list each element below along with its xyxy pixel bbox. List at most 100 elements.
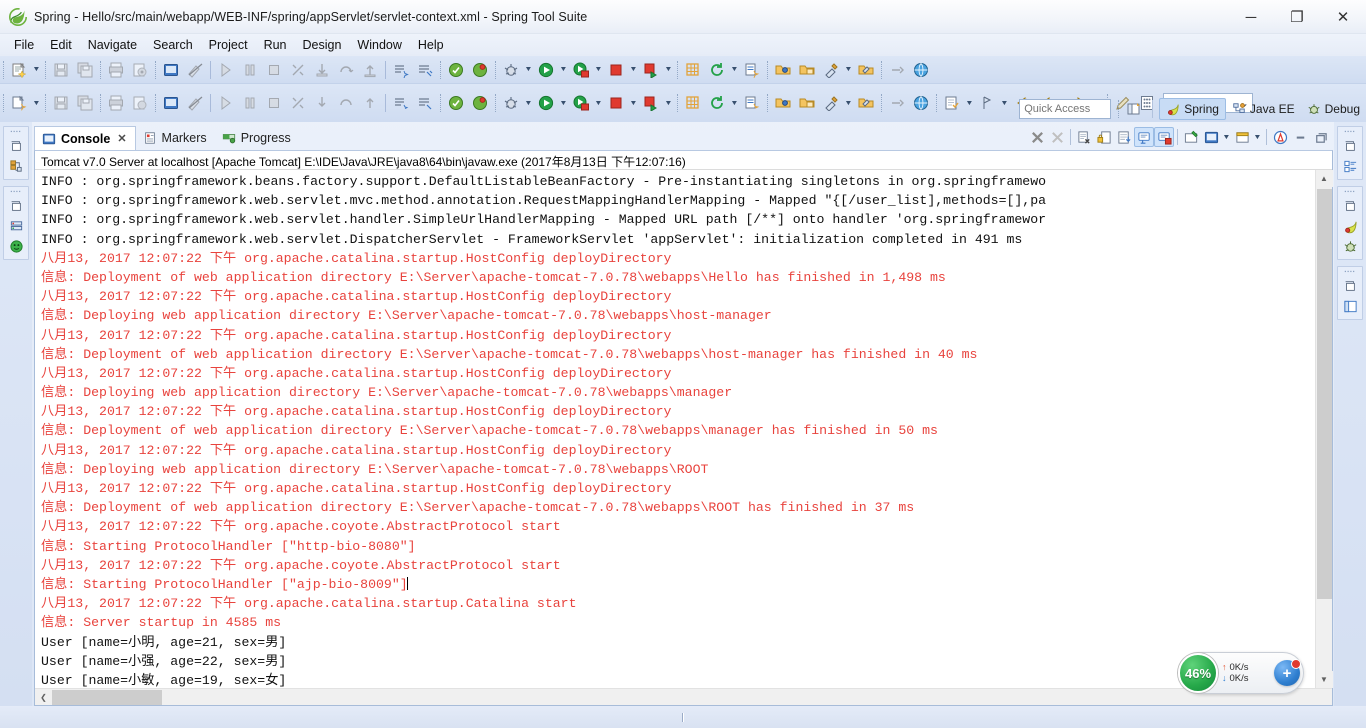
perspective-debug[interactable]: Debug [1301,98,1366,120]
rail-grip-5[interactable]: ▪▪▪▪ [1344,269,1355,276]
quick-fix-dropdown-icon[interactable] [843,92,854,114]
spring-boot-icon[interactable] [469,59,491,81]
stop-server-icon[interactable] [605,59,627,81]
rail-grip-4[interactable]: ▪▪▪▪ [1344,189,1355,196]
new-xml-doc-icon[interactable] [741,92,763,114]
run-launch-icon[interactable] [535,59,557,81]
console-vertical-scrollbar[interactable]: ▲ ▼ [1315,170,1333,688]
close-button[interactable]: ✕ [1320,0,1366,34]
outline-view-icon[interactable] [1340,156,1360,176]
resume-debug-icon[interactable] [215,92,237,114]
step-over-icon[interactable] [335,59,357,81]
grid-table-icon[interactable] [682,92,704,114]
console-view-icon[interactable] [160,92,182,114]
menu-run[interactable]: Run [256,36,295,54]
next-annotation-icon[interactable] [976,92,998,114]
menu-help[interactable]: Help [410,36,452,54]
quick-fix-icon[interactable] [820,92,842,114]
open-task-icon[interactable] [855,59,877,81]
open-resource-folder-icon[interactable] [796,92,818,114]
display-selected-console-icon[interactable] [1154,127,1174,147]
run-on-server-dropdown-icon[interactable] [593,59,604,81]
layout-view-icon[interactable] [1340,296,1360,316]
hscroll-track[interactable] [52,689,1332,706]
save-file-icon[interactable] [50,92,72,114]
minimize-button[interactable]: ─ [1228,0,1274,34]
run-server-dropdown-icon[interactable] [593,92,604,114]
new-annotation-icon[interactable] [414,59,436,81]
resume-icon[interactable] [215,59,237,81]
tab-console[interactable]: Console ✕ [34,126,136,150]
open-resource-icon[interactable] [796,59,818,81]
suspend-icon[interactable] [239,59,261,81]
toggle-mark-occurrences-icon[interactable] [184,59,206,81]
debug-bug-icon[interactable] [500,92,522,114]
menu-project[interactable]: Project [201,36,256,54]
next-annotation-dropdown-icon[interactable] [999,92,1010,114]
print-document-icon[interactable] [105,92,127,114]
scroll-up-icon[interactable]: ▲ [1315,170,1333,187]
console-horizontal-scrollbar[interactable]: ❮ [35,688,1332,705]
terminate-debug-icon[interactable] [263,92,285,114]
annotation-nav-icon[interactable] [941,92,963,114]
perspective-spring[interactable]: Spring [1159,98,1226,120]
vscroll-thumb[interactable] [1316,189,1332,599]
step-return-2-icon[interactable] [359,92,381,114]
print-icon[interactable] [105,59,127,81]
new-file-icon[interactable] [8,92,30,114]
spring-dashboard-icon[interactable] [445,59,467,81]
restore-view-icon[interactable] [6,136,26,156]
spring-ok-icon[interactable] [445,92,467,114]
run-green-icon[interactable] [535,92,557,114]
new-interface-icon[interactable] [414,92,436,114]
stop-dropdown-icon[interactable] [628,59,639,81]
refresh-green-icon[interactable] [706,92,728,114]
previous-annotation-icon[interactable] [886,59,908,81]
console-window-icon[interactable] [1232,127,1252,147]
debug-dropdown-icon[interactable] [523,59,534,81]
clear-console-icon[interactable] [1074,127,1094,147]
scroll-left-icon[interactable]: ❮ [35,689,52,706]
run-dropdown-icon[interactable] [558,59,569,81]
search-prev-icon[interactable] [886,92,908,114]
maximize-button[interactable]: ❐ [1274,0,1320,34]
skip-breakpoints-icon[interactable] [184,92,206,114]
new-console-dropdown-icon[interactable] [1221,126,1232,148]
menu-file[interactable]: File [6,36,42,54]
new-console-view-icon[interactable] [1201,127,1221,147]
menu-design[interactable]: Design [295,36,350,54]
step-over-2-icon[interactable] [335,92,357,114]
rail-grip-2[interactable]: ▪▪▪▪ [10,189,21,196]
save-icon[interactable] [50,59,72,81]
publish-icon[interactable] [640,92,662,114]
step-return-icon[interactable] [359,59,381,81]
stop-red-dropdown-icon[interactable] [628,92,639,114]
search-reference-icon[interactable] [820,59,842,81]
expand-widget-button[interactable]: + [1274,659,1301,686]
open-type-icon[interactable] [772,59,794,81]
publish-menu-dropdown-icon[interactable] [663,92,674,114]
pin-console-icon[interactable] [1134,127,1154,147]
debug-launch-icon[interactable] [500,59,522,81]
rail-grip[interactable]: ▪▪▪▪ [10,129,21,136]
search-dropdown-icon[interactable] [843,59,854,81]
cpu-usage-gauge[interactable]: 46% [1178,653,1218,693]
open-console-icon[interactable] [160,59,182,81]
maximize-view-icon[interactable] [1310,127,1330,147]
new-class-icon[interactable] [390,92,412,114]
spring-rail-icon[interactable] [1340,216,1360,236]
network-monitor-widget[interactable]: 46% ↑ ↓ 0K/s 0K/s + [1178,652,1304,694]
scroll-down-icon[interactable]: ▼ [1315,671,1333,688]
quick-access-input[interactable] [1019,99,1112,119]
debug-rail-icon[interactable] [1340,236,1360,256]
debug-history-dropdown-icon[interactable] [523,92,534,114]
new-java-class-icon[interactable] [390,59,412,81]
open-perspective-icon[interactable] [1123,98,1145,120]
hscroll-thumb[interactable] [52,689,162,705]
package-explorer-icon[interactable] [6,156,26,176]
console-output[interactable]: INFO : org.springframework.beans.factory… [35,170,1315,688]
new-wizard-dropdown-icon[interactable] [31,59,42,81]
restore-view-5-icon[interactable] [1340,276,1360,296]
lock-console-icon[interactable] [1094,127,1114,147]
restore-view-3-icon[interactable] [1340,136,1360,156]
